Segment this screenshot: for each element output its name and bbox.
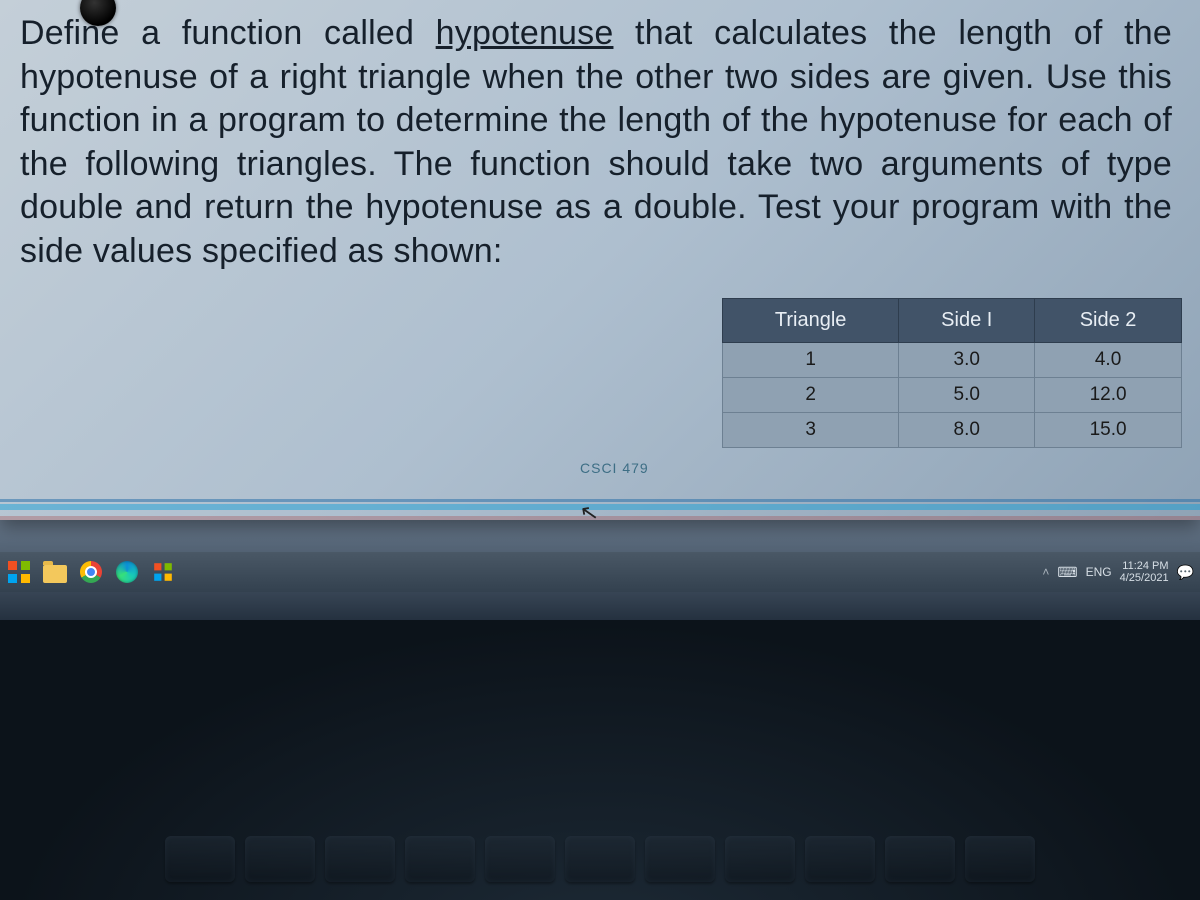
triangle-table: Triangle Side I Side 2 1 3.0 4.0 2 5.0 1… [722,298,1182,448]
col-side2: Side 2 [1035,299,1182,343]
table-row: 1 3.0 4.0 [723,343,1182,378]
problem-rest: that calculates the length of the hypote… [20,14,1172,270]
presentation-slide: Define a function called hypotenuse that… [0,0,1200,520]
cell: 4.0 [1035,343,1182,378]
cell: 2 [723,378,899,413]
start-button[interactable] [6,559,32,585]
tray-date: 4/25/2021 [1120,572,1169,584]
edge-icon[interactable] [114,559,140,585]
tray-time: 11:24 PM [1120,560,1169,572]
table-header-row: Triangle Side I Side 2 [723,299,1182,343]
problem-text: Define a function called hypotenuse that… [20,12,1180,273]
problem-prefix: Define a function called [20,14,436,52]
course-code: CSCI 479 [580,460,649,476]
physical-keyboard [0,620,1200,900]
tray-keyboard-icon[interactable]: ⌨ [1057,564,1077,581]
microsoft-store-icon[interactable] [150,559,176,585]
cell: 3.0 [899,343,1035,378]
table-row: 3 8.0 15.0 [723,413,1182,448]
cell: 8.0 [899,413,1035,448]
cell: 12.0 [1035,378,1182,413]
tray-chevron-icon[interactable]: ˄ [1042,565,1049,579]
tray-clock[interactable]: 11:24 PM 4/25/2021 [1120,560,1169,584]
chrome-icon[interactable] [78,559,104,585]
tray-language[interactable]: ENG [1086,565,1112,579]
table-row: 2 5.0 12.0 [723,378,1182,413]
col-side1: Side I [899,299,1035,343]
cell: 3 [723,413,899,448]
taskbar: ˄ ⌨ ENG 11:24 PM 4/25/2021 💬 [0,552,1200,592]
problem-keyword: hypotenuse [436,14,614,52]
folder-icon[interactable] [42,559,68,585]
cell: 1 [723,343,899,378]
screen: Define a function called hypotenuse that… [0,0,1200,900]
cell: 5.0 [899,378,1035,413]
notifications-icon[interactable]: 💬 [1177,564,1194,581]
cell: 15.0 [1035,413,1182,448]
slide-divider [0,496,1200,520]
col-triangle: Triangle [723,299,899,343]
